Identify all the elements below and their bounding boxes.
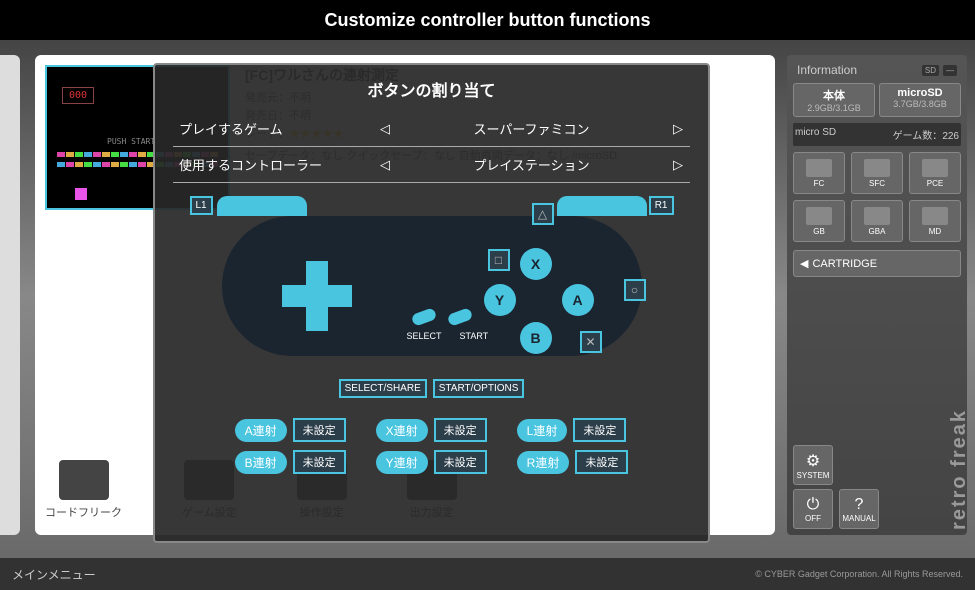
l1-tag[interactable]: L1 xyxy=(190,196,213,215)
option-controller-label: 使用するコントローラー xyxy=(173,155,373,174)
console-pce[interactable]: PCE xyxy=(909,152,961,194)
sd-section-header: micro SD ゲーム数：226 xyxy=(793,123,961,146)
select-label: SELECT xyxy=(407,331,442,341)
console-gba[interactable]: GBA xyxy=(851,200,903,242)
game-next-button[interactable]: ▷ xyxy=(666,117,690,141)
manual-button[interactable]: ? MANUAL xyxy=(839,489,879,529)
controller-prev-button[interactable]: ◁ xyxy=(373,153,397,177)
power-icon: ⏻ xyxy=(807,496,820,514)
turbo-settings: A連射未設定 B連射未設定 X連射未設定 Y連射未設定 L連射未設定 R連射未設… xyxy=(173,418,690,474)
face-a-button[interactable]: A xyxy=(562,284,594,316)
turbo-x-label: X連射 xyxy=(376,419,428,442)
dialog-title: ボタンの割り当て xyxy=(173,77,690,101)
system-button[interactable]: ⚙ SYSTEM xyxy=(793,445,833,485)
option-row-game: プレイするゲーム ◁ スーパーファミコン ▷ xyxy=(173,111,690,147)
breadcrumb: メインメニュー xyxy=(12,566,96,583)
controller-diagram: L1 R1 SELECT START X Y A B △ □ ○ ✕ xyxy=(192,201,672,381)
button-assign-dialog: ボタンの割り当て プレイするゲーム ◁ スーパーファミコン ▷ 使用するコントロ… xyxy=(153,63,710,543)
storage-microsd[interactable]: microSD 3.7GB/3.8GB xyxy=(879,83,961,117)
console-fc[interactable]: FC xyxy=(793,152,845,194)
preview-player-sprite xyxy=(75,188,87,200)
ps-triangle-tag[interactable]: △ xyxy=(532,203,554,225)
face-x-button[interactable]: X xyxy=(520,248,552,280)
shoulder-right-icon xyxy=(557,196,647,216)
turbo-b-value[interactable]: 未設定 xyxy=(293,450,346,474)
top-banner: Customize controller button functions xyxy=(0,0,975,40)
start-map-tag[interactable]: START/OPTIONS xyxy=(433,379,525,398)
turbo-r-value[interactable]: 未設定 xyxy=(575,450,628,474)
question-icon: ? xyxy=(855,496,864,514)
turbo-x-value[interactable]: 未設定 xyxy=(434,418,487,442)
controller-body-icon: SELECT START X Y A B xyxy=(222,216,642,356)
storage-internal[interactable]: 本体 2.9GB/3.1GB xyxy=(793,83,875,117)
console-sfc[interactable]: SFC xyxy=(851,152,903,194)
preview-score: 000 xyxy=(62,87,94,104)
option-game-value: スーパーファミコン xyxy=(397,119,666,138)
copyright: © CYBER Gadget Corporation. All Rights R… xyxy=(755,569,963,579)
bottom-bar: メインメニュー © CYBER Gadget Corporation. All … xyxy=(0,558,975,590)
console-grid: FC SFC PCE GB GBA MD xyxy=(793,152,961,242)
usb-badge-icon: — xyxy=(943,65,957,76)
banner-title: Customize controller button functions xyxy=(325,10,651,31)
console-gb[interactable]: GB xyxy=(793,200,845,242)
dpad-icon xyxy=(282,261,352,331)
turbo-a-label: A連射 xyxy=(235,419,287,442)
info-title: Information xyxy=(797,63,857,77)
turbo-a-value[interactable]: 未設定 xyxy=(293,418,346,442)
ps-square-tag[interactable]: □ xyxy=(488,249,510,271)
turbo-b-label: B連射 xyxy=(235,451,287,474)
turbo-y-value[interactable]: 未設定 xyxy=(434,450,487,474)
r1-tag[interactable]: R1 xyxy=(649,196,674,215)
center-buttons-icon xyxy=(412,311,472,323)
face-b-button[interactable]: B xyxy=(520,322,552,354)
gear-icon: ⚙ xyxy=(806,451,820,471)
console-md[interactable]: MD xyxy=(909,200,961,242)
shoulder-left-icon xyxy=(217,196,307,216)
sidebar: Information SD — 本体 2.9GB/3.1GB microSD … xyxy=(787,55,967,535)
left-tab xyxy=(0,55,20,535)
controller-next-button[interactable]: ▷ xyxy=(666,153,690,177)
power-off-button[interactable]: ⏻ OFF xyxy=(793,489,833,529)
option-row-controller: 使用するコントローラー ◁ プレイステーション ▷ xyxy=(173,147,690,183)
ps-cross-tag[interactable]: ✕ xyxy=(580,331,602,353)
select-map-tag[interactable]: SELECT/SHARE xyxy=(339,379,427,398)
sd-badge-icon: SD xyxy=(922,65,939,76)
game-prev-button[interactable]: ◁ xyxy=(373,117,397,141)
menu-codefreak[interactable]: コードフリーク xyxy=(45,460,122,520)
retrofreak-logo: retro freak xyxy=(948,409,971,530)
info-header: Information SD — xyxy=(793,61,961,79)
ps-circle-tag[interactable]: ○ xyxy=(624,279,646,301)
turbo-l-value[interactable]: 未設定 xyxy=(573,418,626,442)
turbo-l-label: L連射 xyxy=(517,419,568,442)
preview-start-text: PUSH START xyxy=(107,137,155,146)
cartridge-button[interactable]: ◀ CARTRIDGE xyxy=(793,250,961,277)
option-controller-value: プレイステーション xyxy=(397,155,666,174)
chevron-left-icon: ◀ xyxy=(800,257,808,270)
turbo-r-label: R連射 xyxy=(517,451,570,474)
face-y-button[interactable]: Y xyxy=(484,284,516,316)
turbo-y-label: Y連射 xyxy=(376,451,428,474)
option-game-label: プレイするゲーム xyxy=(173,119,373,138)
